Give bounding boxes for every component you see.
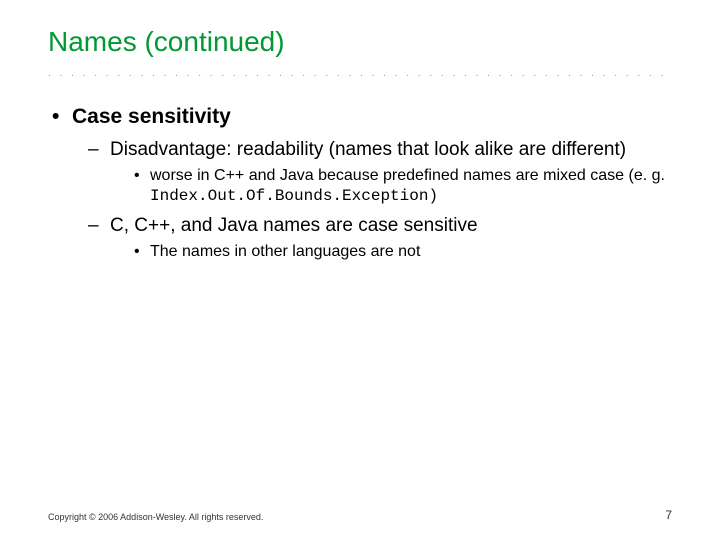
bullet-dash-icon: – bbox=[88, 215, 110, 237]
bullet-text: C, C++, and Java names are case sensitiv… bbox=[110, 215, 640, 237]
bullet-text: The names in other languages are not bbox=[150, 243, 670, 261]
bullet-level-2: –Disadvantage: readability (names that l… bbox=[88, 139, 672, 161]
copyright-text: Copyright © 2006 Addison-Wesley. All rig… bbox=[48, 512, 263, 522]
bullet-level-1: •Case sensitivity bbox=[52, 105, 672, 129]
bullet-level-3: •worse in C++ and Java because predefine… bbox=[134, 167, 672, 185]
bullet-dot-icon: • bbox=[134, 167, 150, 185]
page-number: 7 bbox=[665, 508, 672, 522]
bullet-text: Case sensitivity bbox=[72, 105, 602, 129]
bullet-text: worse in C++ and Java because predefined… bbox=[150, 167, 670, 185]
bullet-dot-icon: • bbox=[134, 243, 150, 261]
slide-title: Names (continued) bbox=[48, 26, 672, 58]
bullet-level-3: •The names in other languages are not bbox=[134, 243, 672, 261]
code-text: Index.Out.Of.Bounds.Exception) bbox=[150, 187, 672, 205]
bullet-text: Disadvantage: readability (names that lo… bbox=[110, 139, 640, 161]
bullet-dot-icon: • bbox=[52, 105, 72, 129]
content: •Case sensitivity –Disadvantage: readabi… bbox=[48, 105, 672, 261]
slide: Names (continued) . . . . . . . . . . . … bbox=[0, 0, 720, 540]
divider-dots: . . . . . . . . . . . . . . . . . . . . … bbox=[48, 68, 672, 79]
footer: Copyright © 2006 Addison-Wesley. All rig… bbox=[48, 512, 672, 522]
bullet-dash-icon: – bbox=[88, 139, 110, 161]
bullet-level-2: –C, C++, and Java names are case sensiti… bbox=[88, 215, 672, 237]
